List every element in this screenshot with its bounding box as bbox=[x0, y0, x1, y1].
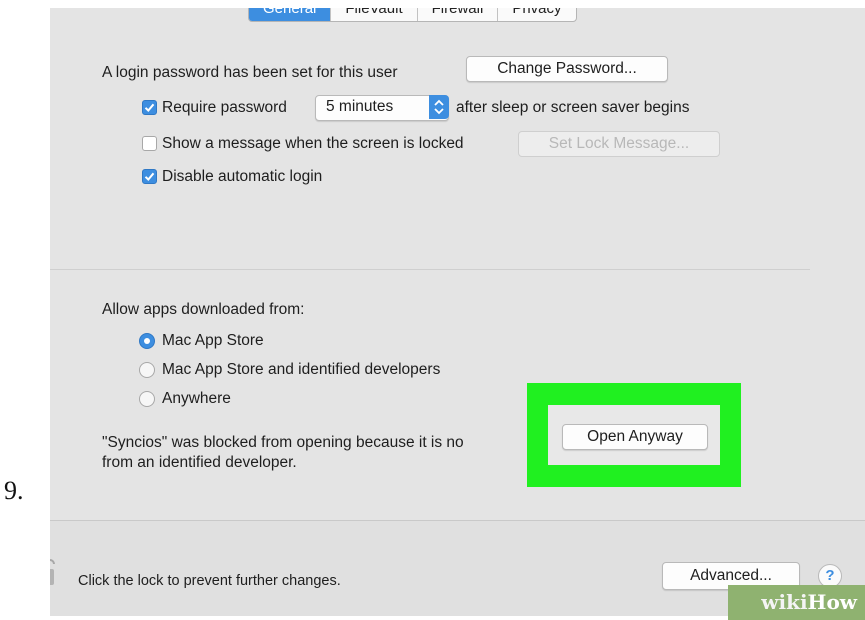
disable-auto-login-label: Disable automatic login bbox=[162, 168, 323, 185]
watermark-wiki: wiki bbox=[761, 590, 808, 614]
set-lock-message-button[interactable]: Set Lock Message... bbox=[518, 131, 720, 157]
lock-prompt-text: Click the lock to prevent further change… bbox=[78, 573, 341, 589]
tab-general[interactable]: General bbox=[249, 8, 332, 21]
popup-arrows-icon bbox=[429, 95, 449, 119]
password-delay-value: 5 minutes bbox=[326, 98, 394, 115]
blocked-message-line2: from an identified developer. bbox=[102, 454, 297, 471]
disable-auto-login-checkbox[interactable] bbox=[142, 169, 157, 184]
watermark-how: How bbox=[807, 590, 857, 614]
radio-identified-developers-label: Mac App Store and identified developers bbox=[162, 361, 441, 378]
checkmark-icon bbox=[144, 103, 155, 112]
require-password-checkbox[interactable] bbox=[142, 100, 157, 115]
open-anyway-highlight: Open Anyway bbox=[527, 383, 741, 487]
change-password-button[interactable]: Change Password... bbox=[466, 56, 668, 82]
radio-identified-developers[interactable] bbox=[139, 362, 155, 378]
lock-message-checkbox[interactable] bbox=[142, 136, 157, 151]
blocked-message-line1: "Syncios" was blocked from opening becau… bbox=[102, 434, 464, 451]
security-privacy-window: General FileVault Firewall Privacy A log… bbox=[50, 8, 865, 616]
require-password-suffix: after sleep or screen saver begins bbox=[456, 99, 690, 116]
radio-anywhere[interactable] bbox=[139, 391, 155, 407]
lock-message-label: Show a message when the screen is locked bbox=[162, 135, 464, 152]
highlight-inner-area: Open Anyway bbox=[548, 405, 720, 465]
radio-mac-app-store-label: Mac App Store bbox=[162, 332, 264, 349]
radio-mac-app-store[interactable] bbox=[139, 333, 155, 349]
allow-apps-heading: Allow apps downloaded from: bbox=[102, 301, 305, 318]
open-anyway-button[interactable]: Open Anyway bbox=[562, 424, 708, 450]
tab-firewall[interactable]: Firewall bbox=[418, 8, 499, 21]
login-password-text: A login password has been set for this u… bbox=[102, 64, 398, 81]
lock-icon[interactable] bbox=[50, 557, 56, 587]
tab-filevault[interactable]: FileVault bbox=[331, 8, 418, 21]
tab-privacy[interactable]: Privacy bbox=[498, 8, 575, 21]
tab-bar: General FileVault Firewall Privacy bbox=[248, 8, 577, 22]
section-divider bbox=[50, 269, 810, 270]
password-delay-popup[interactable]: 5 minutes bbox=[315, 95, 449, 121]
wikihow-watermark: wikiHow bbox=[728, 585, 865, 620]
checkmark-icon bbox=[144, 172, 155, 181]
radio-anywhere-label: Anywhere bbox=[162, 390, 231, 407]
require-password-label: Require password bbox=[162, 99, 287, 116]
step-number: 9. bbox=[4, 476, 24, 505]
